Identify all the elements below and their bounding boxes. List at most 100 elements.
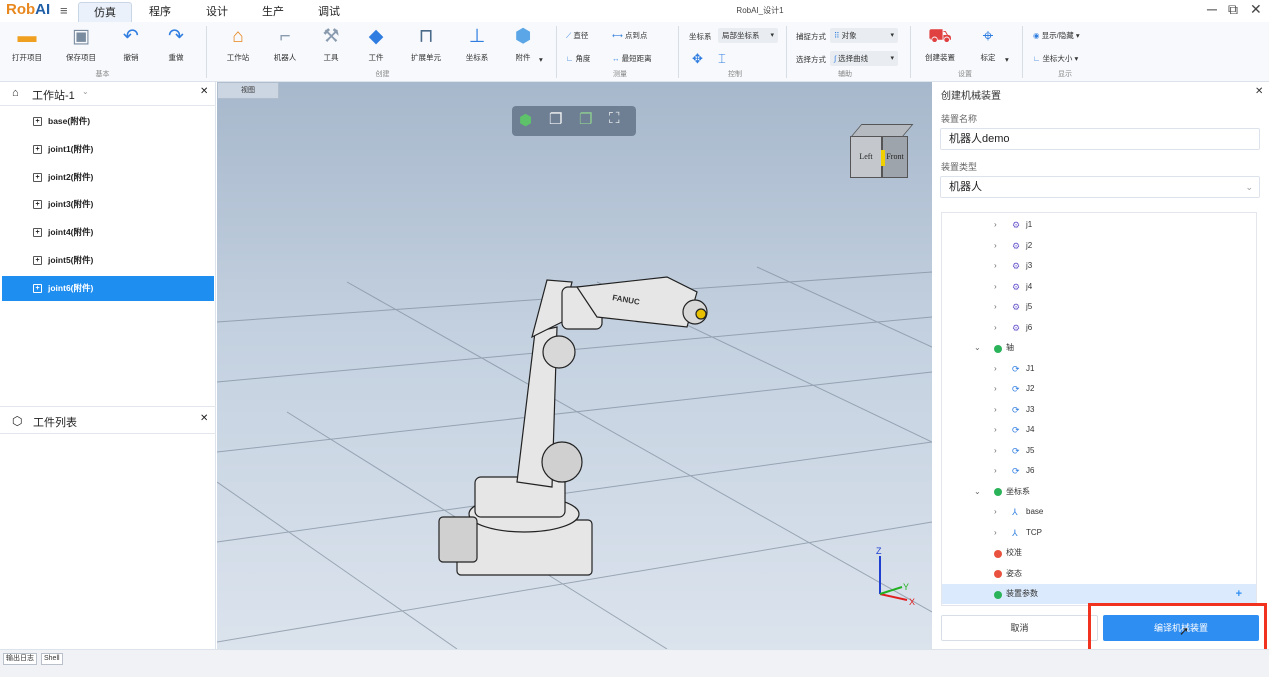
view-cube[interactable]: Left Front [850, 124, 914, 180]
point-to-point-button[interactable]: ⟷ 点到点 [612, 30, 647, 41]
chevron-right-icon[interactable]: › [994, 277, 997, 297]
device-tree-row[interactable]: › ⟳ J3 [942, 400, 1256, 420]
menu-tab-production[interactable]: 生产 [251, 2, 295, 22]
view-cube-front[interactable]: Front [882, 136, 908, 178]
close-icon[interactable]: ✕ [200, 413, 208, 424]
shell-tab[interactable]: Shell [41, 653, 63, 665]
chevron-right-icon[interactable]: › [994, 236, 997, 256]
diameter-button[interactable]: ⟋ 直径 [566, 30, 588, 41]
workpiece-button[interactable]: ◆ 工件 [356, 24, 396, 63]
chevron-right-icon[interactable]: › [994, 256, 997, 276]
undo-button[interactable]: ↶ 撤销 [111, 24, 151, 63]
cancel-button[interactable]: 取消 [941, 615, 1098, 641]
show-hide-button[interactable]: ◉ 显示/隐藏 ▾ [1033, 30, 1080, 41]
tree-item[interactable]: + joint4(附件) [2, 220, 214, 245]
chevron-right-icon[interactable]: › [994, 297, 997, 317]
device-tree-row[interactable]: 装置参数 + [942, 584, 1256, 604]
angle-button[interactable]: ∟ 角度 [566, 53, 590, 64]
minimize-icon[interactable]: ─ [1207, 1, 1217, 17]
tree-item[interactable]: + joint5(附件) [2, 248, 214, 273]
calibrate-button[interactable]: ⌖ 标定 [968, 24, 1008, 63]
chevron-down-icon[interactable]: ⌄ [974, 338, 981, 358]
device-tree-row[interactable]: › ⟳ J4 [942, 420, 1256, 440]
device-tree-row[interactable]: ⌄ 坐标系 [942, 482, 1256, 502]
tree-item[interactable]: + joint6(附件) [2, 275, 214, 301]
view-cube-top[interactable] [850, 124, 914, 137]
view-side-icon[interactable]: ❐ [579, 110, 592, 128]
control-frame-select[interactable]: 局部坐标系 ▾ [718, 28, 778, 43]
device-tree-row[interactable]: › ⚙ j1 [942, 215, 1256, 235]
device-tree-row[interactable]: › ⚙ j2 [942, 236, 1256, 256]
device-tree-row[interactable]: › ⟳ J2 [942, 379, 1256, 399]
add-parameter-icon[interactable]: + [1236, 584, 1242, 604]
chevron-right-icon[interactable]: › [994, 318, 997, 338]
attachment-button[interactable]: ⬢ 附件 [503, 24, 543, 63]
menu-tab-program[interactable]: 程序 [138, 2, 182, 22]
min-distance-button[interactable]: ↔ 最短距离 [612, 53, 652, 64]
output-log-tab[interactable]: 输出日志 [3, 653, 37, 665]
device-type-select[interactable]: 机器人 ⌄ [940, 176, 1260, 198]
frame-size-button[interactable]: ∟ 坐标大小 ▾ [1033, 53, 1078, 64]
expand-icon[interactable]: + [33, 256, 42, 265]
calibrate-dropdown-icon[interactable]: ▾ [1005, 55, 1009, 64]
device-tree-row[interactable]: 姿态 [942, 564, 1256, 584]
expand-icon[interactable]: + [33, 228, 42, 238]
chevron-right-icon[interactable]: › [994, 400, 997, 420]
view-cube-left[interactable]: Left [850, 136, 882, 178]
capture-mode-select[interactable]: ⠿ 对象 ▾ [830, 28, 898, 43]
chevron-right-icon[interactable]: › [994, 420, 997, 440]
expand-icon[interactable]: + [33, 117, 42, 126]
device-tree-row[interactable]: › ⟳ J6 [942, 461, 1256, 481]
fit-view-icon[interactable]: ⛶ [609, 110, 620, 127]
chevron-right-icon[interactable]: › [994, 502, 997, 522]
3d-viewport[interactable]: 视图 FANUC Z X Y ⬢ ❐ ❐ ⛶ Left Front [217, 82, 932, 649]
chevron-right-icon[interactable]: › [994, 359, 997, 379]
expand-icon[interactable]: + [33, 283, 42, 293]
device-tree-row[interactable]: › ⚙ j3 [942, 256, 1256, 276]
menu-tab-debug[interactable]: 调试 [307, 2, 351, 22]
chevron-right-icon[interactable]: › [994, 523, 997, 543]
view-iso-icon[interactable]: ⬢ [519, 111, 532, 129]
chevron-down-icon[interactable]: ⌄ [974, 482, 981, 502]
expand-icon[interactable]: + [33, 200, 42, 210]
chevron-down-icon[interactable]: ⌄ [82, 87, 89, 96]
device-tree-row[interactable]: › ⚙ j5 [942, 297, 1256, 317]
extension-unit-button[interactable]: ⊓ 扩展单元 [406, 24, 446, 63]
align-icon[interactable]: ⌶ [718, 51, 726, 67]
tree-item[interactable]: + base(附件) [2, 109, 214, 134]
frame-button[interactable]: ⊥ 坐标系 [457, 24, 497, 63]
menu-tab-design[interactable]: 设计 [195, 2, 239, 22]
robot-button[interactable]: ⌐ 机器人 [265, 24, 305, 63]
chevron-right-icon[interactable]: › [994, 379, 997, 399]
device-tree-row[interactable]: › ⅄ base [942, 502, 1256, 522]
robot-model[interactable] [438, 276, 708, 576]
tool-button[interactable]: ⚒ 工具 [311, 24, 351, 63]
expand-icon[interactable]: + [33, 144, 42, 154]
expand-icon[interactable]: + [33, 172, 42, 182]
hamburger-menu-icon[interactable]: ≡ [60, 3, 68, 18]
device-name-input[interactable]: 机器人demo [940, 128, 1260, 150]
device-tree-row[interactable]: › ⚙ j6 [942, 318, 1256, 338]
chevron-right-icon[interactable]: › [994, 461, 997, 481]
device-tree-row[interactable]: › ⟳ J5 [942, 441, 1256, 461]
device-tree-row[interactable]: › ⅄ TCP [942, 523, 1256, 543]
tree-item[interactable]: + joint3(附件) [2, 192, 214, 217]
workstation-button[interactable]: ⌂ 工作站 [218, 24, 258, 63]
tree-item[interactable]: + joint2(附件) [2, 165, 214, 190]
device-tree-row[interactable]: › ⚙ j4 [942, 277, 1256, 297]
close-window-icon[interactable]: ✕ [1250, 1, 1262, 18]
chevron-right-icon[interactable]: › [994, 215, 997, 235]
save-project-button[interactable]: ▣ 保存项目 [61, 24, 101, 63]
open-project-button[interactable]: ▬ 打开项目 [7, 24, 47, 63]
attachment-dropdown-icon[interactable]: ▾ [539, 55, 543, 64]
redo-button[interactable]: ↷ 重做 [156, 24, 196, 63]
tree-item[interactable]: + joint1(附件) [2, 137, 214, 162]
close-icon[interactable]: ✕ [200, 86, 208, 97]
view-front-icon[interactable]: ❐ [549, 110, 562, 128]
device-tree-row[interactable]: 校准 [942, 543, 1256, 563]
move-icon[interactable]: ✥ [692, 51, 703, 67]
device-tree-row[interactable]: › ⟳ J1 [942, 359, 1256, 379]
device-tree-row[interactable]: ⌄ 轴 [942, 338, 1256, 358]
close-icon[interactable]: ✕ [1255, 86, 1263, 97]
chevron-right-icon[interactable]: › [994, 441, 997, 461]
